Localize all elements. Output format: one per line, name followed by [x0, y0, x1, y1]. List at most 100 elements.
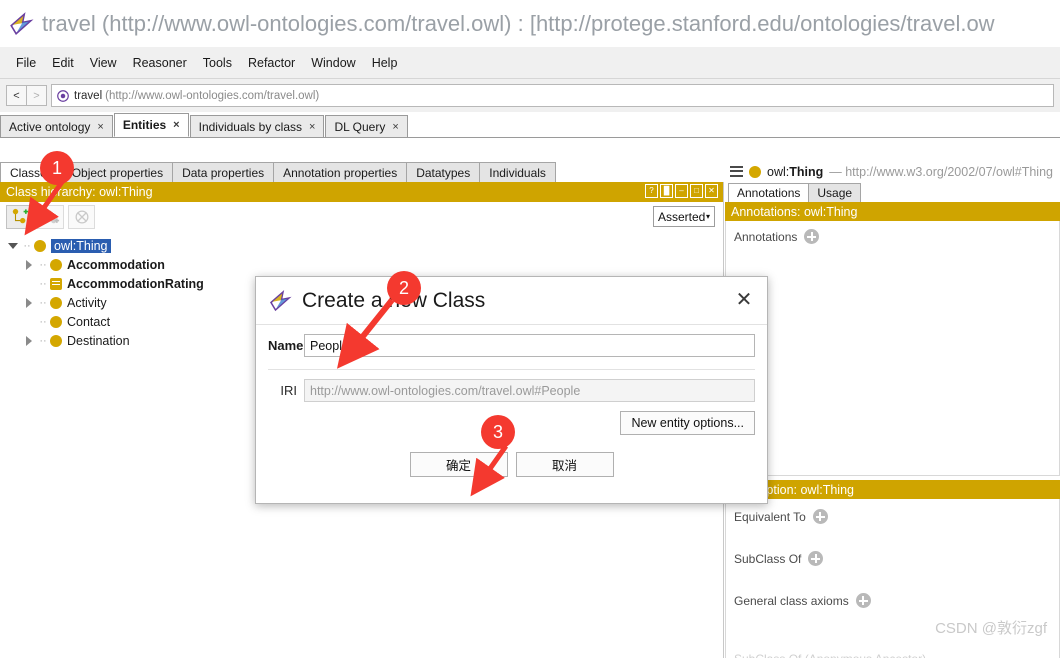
close-icon[interactable]: ×	[309, 121, 315, 133]
close-icon[interactable]: ×	[97, 121, 103, 133]
entity-name: owl:Thing	[767, 164, 824, 179]
ok-button[interactable]: 确定	[409, 452, 508, 477]
expander-right-icon[interactable]	[22, 297, 36, 308]
delete-class-button[interactable]	[68, 205, 95, 229]
tab-dl-query[interactable]: DL Query ×	[325, 115, 408, 137]
tree-item-label: Destination	[67, 333, 130, 348]
tab-entities[interactable]: Entities ×	[113, 113, 189, 137]
panel-controls: ? ▐▌ – □ ✕	[645, 184, 718, 198]
navigation-bar: < > travel (http://www.owl-ontologies.co…	[0, 79, 1060, 112]
name-label: Name	[268, 338, 304, 353]
expander-down-icon[interactable]	[6, 242, 20, 249]
add-equivalent-to-button[interactable]	[812, 509, 828, 524]
class-icon	[50, 315, 62, 328]
close-icon[interactable]: ×	[392, 121, 398, 133]
protege-logo-icon	[270, 289, 292, 311]
forward-button[interactable]: >	[26, 85, 47, 106]
entity-iri: — http://www.w3.org/2002/07/owl#Thing	[829, 164, 1053, 179]
menu-window[interactable]: Window	[303, 53, 363, 73]
general-class-axioms-label: General class axioms	[734, 593, 849, 608]
tree-item-label: owl:Thing	[51, 238, 111, 253]
tab-usage[interactable]: Usage	[808, 183, 862, 202]
class-icon	[50, 258, 62, 271]
ontology-iri: (http://www.owl-ontologies.com/travel.ow…	[105, 89, 320, 102]
subtab-annotation-properties[interactable]: Annotation properties	[273, 162, 408, 183]
subtab-data-properties[interactable]: Data properties	[172, 162, 275, 183]
menu-refactor[interactable]: Refactor	[240, 53, 303, 73]
annotation-marker-2: 2	[387, 271, 421, 305]
tree-item-owl-thing[interactable]: ·· owl:Thing	[6, 236, 723, 255]
menu-help[interactable]: Help	[364, 53, 406, 73]
cancel-button[interactable]: 取消	[515, 452, 614, 477]
add-sibling-class-button[interactable]	[37, 205, 64, 229]
tree-item-label: Accommodation	[67, 257, 165, 272]
general-class-axioms-row: General class axioms	[734, 593, 1059, 608]
tab-label: DL Query	[334, 119, 386, 134]
menu-tools[interactable]: Tools	[195, 53, 240, 73]
chevron-down-icon: ▾	[705, 212, 710, 221]
iri-field-row: IRI http://www.owl-ontologies.com/travel…	[256, 370, 767, 402]
menu-edit[interactable]: Edit	[44, 53, 82, 73]
ontology-name: travel	[74, 89, 103, 102]
delete-class-icon	[75, 210, 88, 224]
split-icon[interactable]: ▐▌	[660, 184, 673, 198]
minimize-icon[interactable]: –	[675, 184, 688, 198]
ontology-breadcrumb[interactable]: travel (http://www.owl-ontologies.com/tr…	[51, 84, 1054, 107]
add-sibling-class-icon	[43, 208, 59, 224]
name-field-row: Name People	[256, 325, 767, 357]
add-subclass-icon	[12, 208, 28, 224]
watermark: CSDN @敦衍zgf	[935, 620, 1047, 637]
close-icon[interactable]: ×	[173, 119, 179, 131]
help-icon[interactable]: ?	[645, 184, 658, 198]
protege-logo-icon	[10, 11, 34, 35]
class-icon	[50, 296, 62, 309]
close-icon[interactable]: ✕	[733, 290, 755, 312]
equivalent-to-label: Equivalent To	[734, 509, 806, 524]
create-new-class-dialog: Create a new Class ✕ Name People IRI htt…	[255, 276, 768, 504]
tree-item-label: AccommodationRating	[67, 276, 204, 291]
new-entity-options-button[interactable]: New entity options...	[620, 411, 755, 435]
menu-reasoner[interactable]: Reasoner	[125, 53, 195, 73]
menu-view[interactable]: View	[82, 53, 125, 73]
protege-application-window: travel (http://www.owl-ontologies.com/tr…	[0, 0, 1060, 658]
window-title: travel (http://www.owl-ontologies.com/tr…	[42, 10, 995, 36]
add-subclass-button[interactable]	[6, 205, 33, 229]
tab-label: Active ontology	[9, 119, 91, 134]
tree-item-accommodation[interactable]: ·· Accommodation	[6, 255, 723, 274]
equivalent-to-row: Equivalent To	[734, 509, 1059, 524]
tab-label: Individuals by class	[198, 119, 302, 134]
tree-line: ··	[39, 296, 47, 309]
entity-header: owl:Thing — http://www.w3.org/2002/07/ow…	[725, 161, 1060, 182]
name-input[interactable]: People	[304, 334, 755, 357]
tab-active-ontology[interactable]: Active ontology ×	[0, 115, 113, 137]
class-icon	[50, 334, 62, 347]
anonymous-ancestor-row: SubClass Of (Anonymous Ancestor)	[734, 652, 926, 658]
add-general-class-axiom-button[interactable]	[855, 593, 871, 608]
close-icon[interactable]: ✕	[705, 184, 718, 198]
enumerated-class-icon	[50, 277, 62, 290]
add-annotation-button[interactable]	[804, 229, 820, 244]
annotations-row: Annotations	[734, 229, 1059, 244]
tab-individuals-by-class[interactable]: Individuals by class ×	[189, 115, 325, 137]
menu-file[interactable]: File	[8, 53, 44, 73]
hierarchy-view-selector[interactable]: Asserted ▾	[653, 206, 715, 227]
expander-right-icon[interactable]	[22, 335, 36, 346]
add-subclass-of-button[interactable]	[808, 551, 824, 566]
tree-item-label: Activity	[67, 295, 107, 310]
iri-input: http://www.owl-ontologies.com/travel.owl…	[304, 379, 755, 402]
description-body: Equivalent To SubClass Of General class …	[725, 499, 1060, 658]
subtab-individuals[interactable]: Individuals	[479, 162, 556, 183]
ontology-icon	[57, 89, 69, 102]
expander-right-icon[interactable]	[22, 259, 36, 270]
iri-label: IRI	[280, 383, 297, 398]
subtab-object-properties[interactable]: Object properties	[61, 162, 174, 183]
maximize-icon[interactable]: □	[690, 184, 703, 198]
back-button[interactable]: <	[6, 85, 27, 106]
menu-hamburger-icon[interactable]	[730, 166, 743, 177]
main-tab-bar: Active ontology × Entities × Individuals…	[0, 112, 1060, 138]
class-icon	[34, 239, 46, 252]
subtab-datatypes[interactable]: Datatypes	[406, 162, 481, 183]
tree-line: ··	[39, 334, 47, 347]
tab-annotations[interactable]: Annotations	[728, 183, 810, 202]
dialog-title-bar: Create a new Class ✕	[256, 277, 767, 325]
